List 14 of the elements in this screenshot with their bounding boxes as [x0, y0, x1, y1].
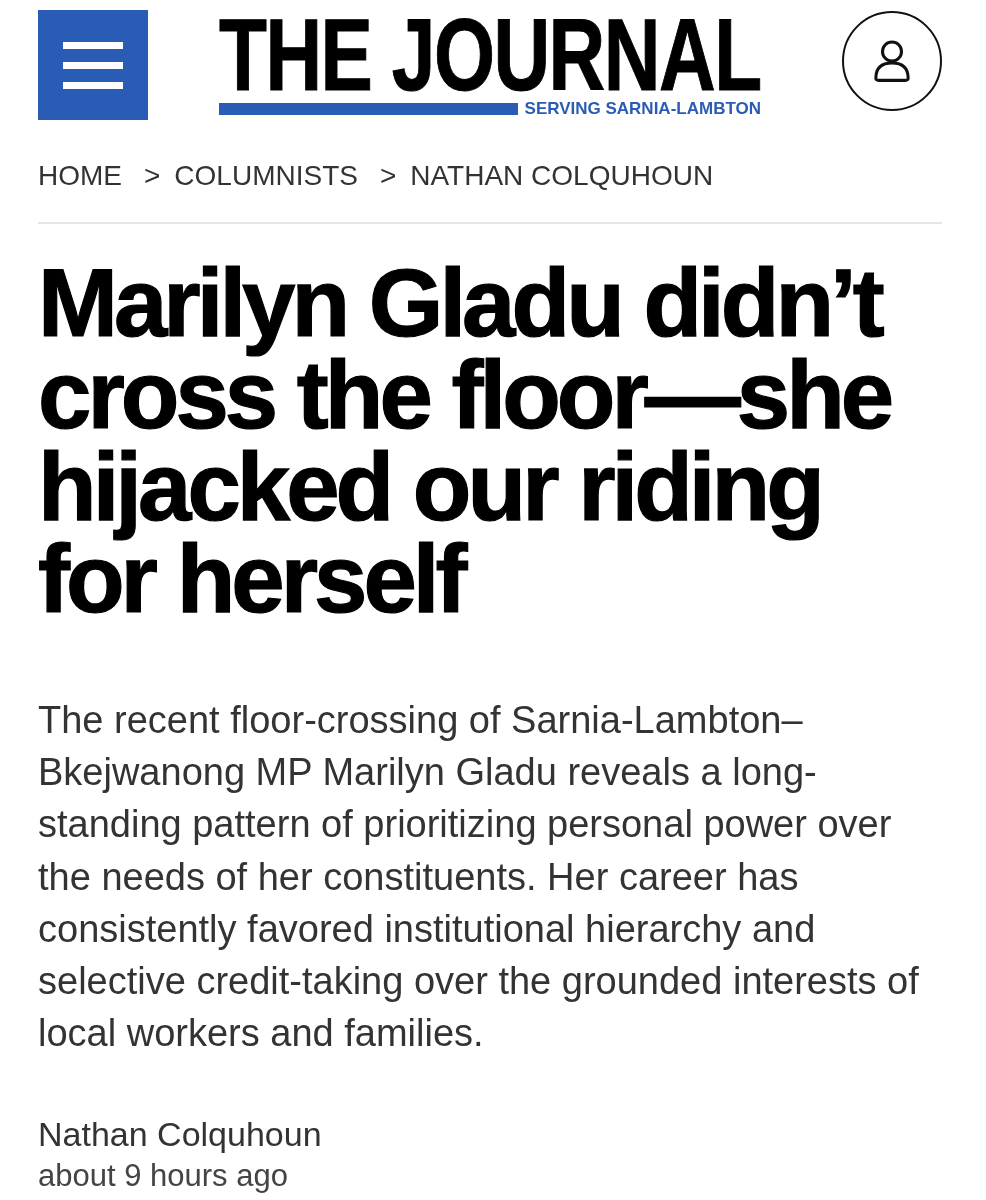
article-headline: Marilyn Gladu didn’t cross the floor—she hijacked our riding for herself [38, 257, 892, 625]
article-summary: The recent floor-crossing of Sarnia-Lambton–Bkejwanong MP Marilyn Gladu reveals a long-standing pattern of prioritizing personal power over the needs of her constituents. Her career has consistently favored institutional hierarchy and selective credit-taking over the grounded interests of local workers and families. [38, 698, 920, 1057]
breadcrumb-link[interactable]: COLUMNISTS [174, 159, 358, 193]
publish-time: about 9 hours ago [38, 1158, 289, 1195]
menu-button[interactable] [38, 10, 148, 120]
logo-title[interactable]: THE JOURNAL [219, 15, 761, 95]
breadcrumb-separator: > [144, 159, 161, 193]
logo-tagline: SERVING SARNIA-LAMBTON [524, 101, 761, 116]
breadcrumb-link[interactable]: NATHAN COLQUHOUN [410, 159, 714, 193]
breadcrumb-link[interactable]: HOME [38, 159, 122, 193]
menu-icon [63, 41, 123, 89]
author-name[interactable]: Nathan Colquhoun [38, 1114, 942, 1155]
breadcrumb-separator: > [379, 159, 397, 193]
user-icon [873, 40, 911, 82]
